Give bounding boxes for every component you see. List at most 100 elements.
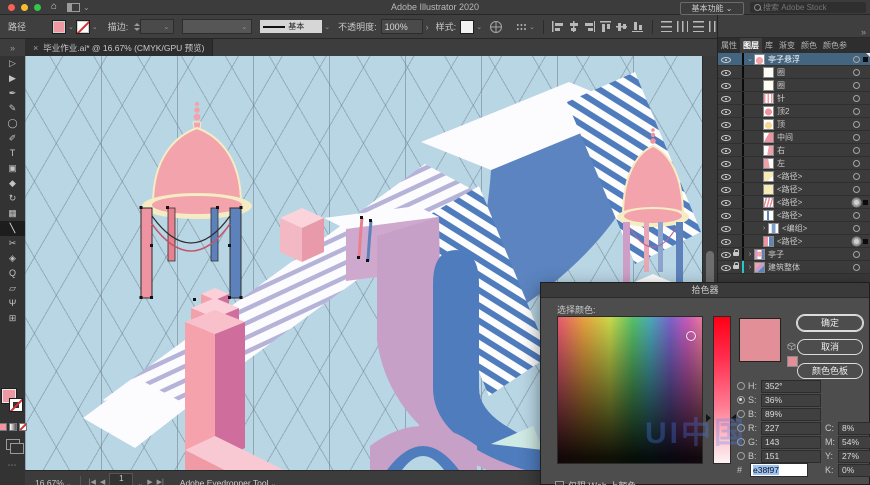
layer-row[interactable]: 中间 (718, 131, 870, 144)
radio-button[interactable] (737, 382, 745, 390)
value-field[interactable]: 151 (761, 449, 821, 463)
layer-row[interactable]: <路径> (718, 235, 870, 248)
color-marker[interactable] (686, 331, 696, 341)
align-center-icon[interactable] (568, 21, 580, 32)
home-icon[interactable]: ⌂ (51, 0, 57, 14)
tool-button[interactable]: ◈ (0, 251, 25, 266)
radio-button[interactable] (737, 410, 745, 418)
stroke-weight-dropdown[interactable]: ⌄ (140, 19, 175, 34)
layer-name[interactable]: 圈 (777, 80, 785, 91)
target-circle-icon[interactable] (853, 107, 860, 115)
target-circle-icon[interactable] (853, 81, 860, 89)
align-right-icon[interactable] (584, 21, 596, 32)
first-artboard-icon[interactable]: |◀ (89, 478, 96, 485)
color-mode-icon[interactable] (0, 423, 7, 431)
target-circle-icon[interactable] (853, 120, 860, 128)
layer-row[interactable]: 右 (718, 144, 870, 157)
panel-tab[interactable]: 图层 (740, 38, 762, 53)
style-swatch[interactable] (460, 19, 475, 34)
app-switcher-icon[interactable] (67, 2, 81, 12)
recolor-artwork-icon[interactable] (490, 20, 503, 33)
expand-arrow-icon[interactable]: › (746, 264, 754, 271)
hue-slider-arrow-left[interactable] (706, 414, 711, 422)
visibility-toggle-icon[interactable] (721, 263, 731, 272)
hue-slider-arrow-right[interactable] (731, 414, 736, 422)
gamut-swatch[interactable] (787, 356, 798, 367)
lock-icon[interactable] (732, 249, 739, 256)
panel-tab[interactable]: 颜色参 (820, 38, 850, 53)
width-profile-dropdown[interactable]: ⌄ (182, 19, 253, 34)
layer-row[interactable]: 针 (718, 92, 870, 105)
align-top-icon[interactable] (600, 21, 612, 32)
visibility-toggle-icon[interactable] (721, 211, 731, 220)
previous-artboard-icon[interactable]: ◀ (100, 478, 105, 485)
layer-row[interactable]: 左 (718, 157, 870, 170)
workspace-switcher-button[interactable]: 基本功能 ⌄ (680, 2, 744, 15)
layer-thumbnail[interactable] (763, 79, 774, 91)
hue-slider[interactable] (713, 316, 731, 464)
stroke-color-swatch[interactable] (75, 19, 90, 34)
cancel-button[interactable]: 取消 (797, 339, 863, 355)
tool-button[interactable]: ◆ (0, 176, 25, 191)
layer-name[interactable]: <路径> (777, 171, 802, 182)
target-circle-icon[interactable] (853, 133, 860, 141)
tool-button[interactable]: ▶ (0, 71, 25, 86)
tool-button[interactable]: ⊞ (0, 311, 25, 326)
tool-button[interactable]: ◯ (0, 116, 25, 131)
more-tools-icon[interactable]: ⋯ (8, 460, 18, 471)
layer-row[interactable]: 顶2 (718, 105, 870, 118)
layer-thumbnail[interactable] (763, 157, 774, 169)
chevron-down-icon[interactable]: ⌄ (83, 3, 90, 12)
layer-row[interactable]: <路径> (718, 209, 870, 222)
tool-button[interactable]: ▣ (0, 161, 25, 176)
target-circle-icon[interactable] (853, 159, 860, 167)
chevron-down-icon[interactable]: ⌄ (476, 23, 482, 31)
layer-row[interactable]: › 建筑整体 (718, 261, 870, 274)
target-circle-icon[interactable] (853, 172, 860, 180)
layer-name[interactable]: <路径> (777, 210, 802, 221)
layer-name[interactable]: 圈 (777, 67, 785, 78)
visibility-toggle-icon[interactable] (721, 198, 731, 207)
tool-button[interactable]: ✐ (0, 131, 25, 146)
color-spectrum-field[interactable] (557, 316, 703, 464)
value-field[interactable]: 8% (838, 421, 870, 435)
zoom-level-dropdown[interactable]: 16.67% (35, 478, 64, 485)
radio-button[interactable] (737, 396, 745, 404)
chevron-down-icon[interactable]: ⌄ (92, 23, 98, 31)
checkbox[interactable] (555, 481, 564, 485)
stock-search-field[interactable] (750, 2, 866, 13)
tool-button[interactable]: ╲ (0, 221, 25, 236)
out-of-gamut-icon[interactable] (787, 342, 796, 351)
layer-name[interactable]: 右 (777, 145, 785, 156)
panel-tab[interactable]: 属性 (718, 38, 740, 53)
target-circle-icon[interactable] (853, 224, 860, 232)
none-mode-icon[interactable] (18, 423, 27, 431)
visibility-toggle-icon[interactable] (721, 81, 731, 90)
drawing-modes-icon[interactable] (5, 439, 24, 454)
value-field[interactable]: 36% (761, 393, 821, 407)
expand-arrow-icon[interactable]: ⌄ (746, 55, 754, 63)
search-input[interactable] (763, 3, 853, 12)
target-circle-icon[interactable] (853, 237, 860, 245)
tool-button[interactable]: ▱ (0, 281, 25, 296)
visibility-toggle-icon[interactable] (721, 133, 731, 142)
target-circle-icon[interactable] (853, 250, 860, 258)
layer-thumbnail[interactable] (763, 66, 774, 78)
visibility-toggle-icon[interactable] (721, 172, 731, 181)
opacity-panel-arrow[interactable]: › (426, 22, 429, 32)
value-field[interactable]: 0% (838, 463, 870, 477)
minimize-window-button[interactable] (21, 3, 28, 11)
dialog-title[interactable]: 拾色器 (541, 283, 869, 298)
target-circle-icon[interactable] (853, 185, 860, 193)
tool-button[interactable]: ✎ (0, 101, 25, 116)
visibility-toggle-icon[interactable] (721, 55, 731, 64)
visibility-toggle-icon[interactable] (721, 159, 731, 168)
target-circle-icon[interactable] (853, 55, 860, 63)
layer-row[interactable]: 圈 (718, 66, 870, 79)
layer-row[interactable]: › 亭子 (718, 248, 870, 261)
tool-button[interactable]: ✒ (0, 86, 25, 101)
layer-row[interactable]: 顶 (718, 118, 870, 131)
layer-name[interactable]: 顶 (777, 119, 785, 130)
layer-thumbnail[interactable] (763, 92, 774, 104)
chevron-down-icon[interactable]: ⌄ (270, 480, 276, 485)
